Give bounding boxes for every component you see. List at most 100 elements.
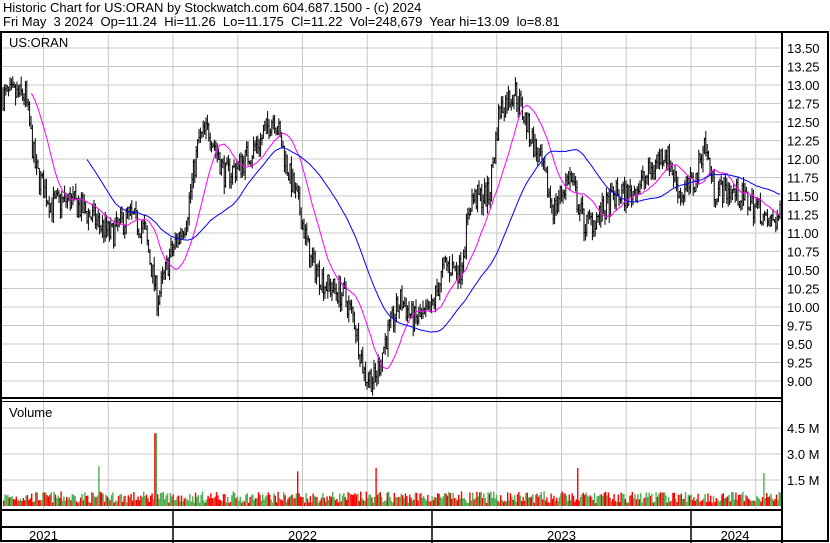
volume-bar	[301, 496, 303, 506]
volume-bar	[421, 498, 423, 506]
volume-bar	[449, 492, 451, 506]
volume-bar	[54, 494, 57, 506]
volume-bar	[736, 499, 738, 506]
volume-bar	[518, 491, 520, 506]
volume-bar	[362, 500, 365, 506]
volume-bar	[183, 498, 185, 506]
volume-bar	[477, 496, 479, 506]
volume-bar	[113, 502, 115, 506]
volume-bar	[460, 491, 463, 506]
volume-bar	[386, 492, 388, 506]
price-tick-label: 12.75	[787, 97, 820, 112]
price-panel-title: US:ORAN	[9, 35, 68, 50]
volume-bar	[336, 498, 338, 506]
volume-bar	[75, 501, 78, 506]
volume-bar	[453, 497, 456, 506]
volume-bar	[238, 500, 240, 506]
volume-bar	[176, 496, 178, 506]
volume-bar	[162, 491, 164, 506]
volume-bar	[598, 495, 600, 506]
volume-bar	[773, 500, 775, 506]
volume-bar	[29, 498, 31, 506]
volume-bar	[427, 494, 429, 506]
volume-bar	[256, 498, 258, 506]
volume-bar	[120, 493, 122, 506]
volume-bar	[241, 502, 243, 506]
volume-bar	[131, 500, 134, 506]
volume-bar	[430, 501, 432, 506]
price-tick-label: 9.25	[787, 356, 812, 371]
volume-bar	[691, 499, 694, 506]
volume-bar	[483, 493, 485, 506]
volume-bar	[47, 496, 50, 506]
volume-bar	[710, 495, 712, 506]
volume-bar	[428, 501, 430, 506]
volume-bar	[287, 499, 289, 506]
volume-bar	[523, 500, 526, 506]
volume-bar	[138, 500, 141, 506]
volume-bar	[106, 496, 108, 506]
volume-bar	[521, 501, 523, 506]
volume-bar	[143, 491, 145, 506]
volume-bar	[357, 493, 359, 506]
volume-bar	[500, 495, 502, 506]
volume-bar	[564, 493, 566, 506]
volume-bar	[382, 502, 384, 506]
volume-bar	[59, 498, 61, 506]
volume-bar	[281, 500, 283, 506]
volume-bar	[648, 492, 650, 506]
volume-bar	[701, 500, 703, 506]
volume-bar	[95, 497, 97, 506]
volume-bar	[148, 501, 150, 506]
volume-bar	[236, 496, 239, 506]
volume-bar	[374, 497, 376, 506]
volume-bar	[635, 499, 638, 506]
volume-bar	[761, 497, 764, 506]
volume-bar	[434, 497, 436, 506]
volume-bar	[326, 496, 328, 506]
volume-bar	[302, 497, 304, 506]
volume-bar	[67, 498, 69, 506]
volume-bar	[194, 492, 197, 506]
volume-bar	[8, 497, 10, 506]
volume-bar	[700, 501, 702, 506]
volume-bar	[22, 498, 24, 506]
volume-bar	[166, 493, 169, 506]
volume-bar	[746, 496, 748, 506]
volume-bar	[40, 500, 43, 506]
volume-bar	[26, 495, 29, 506]
volume-bar	[624, 498, 626, 506]
volume-bar	[754, 501, 757, 506]
volume-bar	[178, 495, 180, 506]
volume-bar	[507, 492, 509, 506]
volume-bar	[407, 502, 409, 506]
price-tick-label: 10.75	[787, 245, 820, 260]
volume-bar	[277, 491, 279, 506]
volume-bar	[274, 495, 276, 506]
volume-bar	[339, 493, 341, 506]
volume-bar	[203, 500, 205, 506]
volume-bar	[278, 498, 281, 506]
volume-bar	[222, 494, 225, 506]
volume-bar	[355, 494, 358, 506]
volume-bar	[533, 502, 535, 506]
volume-bar	[39, 500, 41, 506]
volume-bar	[245, 494, 247, 506]
volume-bar	[257, 492, 260, 506]
price-tick-label: 10.50	[787, 263, 820, 278]
volume-bar	[473, 499, 475, 506]
volume-bar	[213, 498, 215, 506]
volume-bar	[392, 502, 394, 506]
volume-bar	[110, 495, 113, 506]
volume-bar	[353, 494, 355, 506]
volume-bar	[21, 500, 23, 506]
volume-bar	[364, 501, 366, 506]
volume-bar	[486, 502, 488, 506]
volume-bar	[252, 494, 254, 506]
volume-bar	[470, 500, 472, 506]
volume-bar	[593, 492, 596, 506]
volume-bar	[532, 494, 534, 506]
volume-bar	[379, 492, 381, 506]
volume-bar	[712, 496, 715, 506]
volume-bar	[591, 497, 593, 506]
